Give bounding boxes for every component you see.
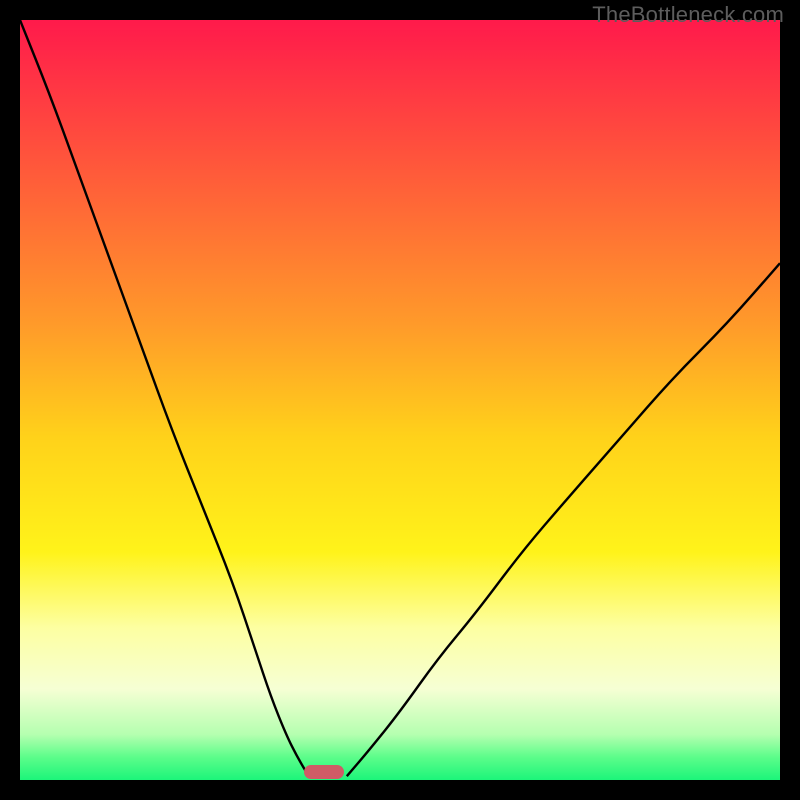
minimum-marker xyxy=(304,765,344,779)
chart-svg xyxy=(20,20,780,780)
gradient-background xyxy=(20,20,780,780)
plot-area xyxy=(20,20,780,780)
watermark-text: TheBottleneck.com xyxy=(592,2,784,28)
chart-frame: TheBottleneck.com xyxy=(0,0,800,800)
